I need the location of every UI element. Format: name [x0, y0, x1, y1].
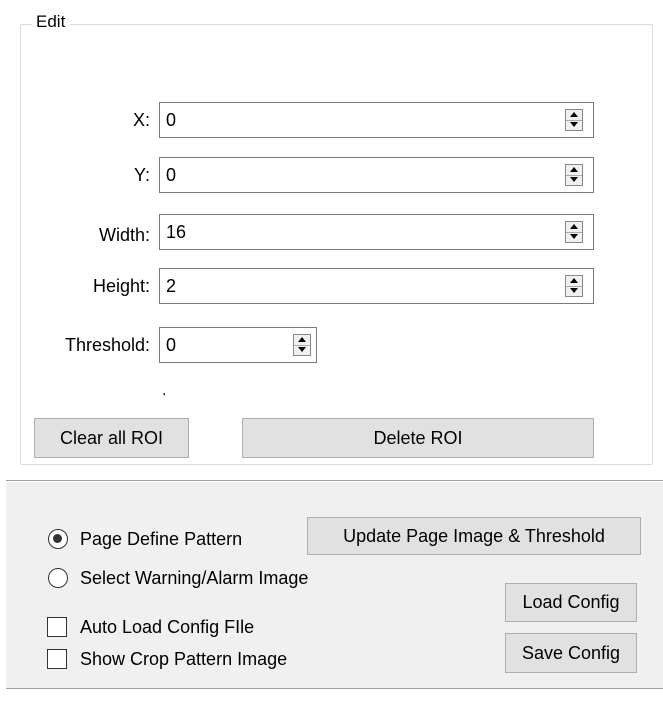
width-value[interactable]: 16 — [166, 222, 186, 243]
height-spinbox[interactable]: 2 — [159, 268, 594, 304]
arrow-down-icon — [570, 122, 578, 127]
load-config-button[interactable]: Load Config — [505, 583, 637, 622]
select-warning-alarm-radio[interactable] — [48, 568, 68, 588]
y-spin-buttons[interactable] — [565, 164, 583, 186]
arrow-down-icon — [298, 347, 306, 352]
x-spinbox[interactable]: 0 — [159, 102, 594, 138]
y-value[interactable]: 0 — [166, 165, 176, 186]
x-label: X: — [132, 110, 150, 130]
x-spin-buttons[interactable] — [565, 109, 583, 131]
height-spin-down-button[interactable] — [566, 286, 582, 296]
threshold-value[interactable]: 0 — [166, 335, 176, 356]
arrow-up-icon — [298, 337, 306, 342]
y-spin-down-button[interactable] — [566, 175, 582, 185]
x-value[interactable]: 0 — [166, 110, 176, 131]
y-label: Y: — [133, 165, 150, 185]
auto-load-config-label[interactable]: Auto Load Config FIle — [80, 617, 254, 638]
arrow-down-icon — [570, 288, 578, 293]
arrow-up-icon — [570, 224, 578, 229]
threshold-spinbox[interactable]: 0 — [159, 327, 317, 363]
show-crop-pattern-checkbox[interactable] — [47, 649, 67, 669]
select-warning-alarm-label[interactable]: Select Warning/Alarm Image — [80, 568, 308, 589]
arrow-down-icon — [570, 234, 578, 239]
delete-roi-button[interactable]: Delete ROI — [242, 418, 594, 458]
threshold-label: Threshold: — [64, 335, 150, 355]
width-spin-down-button[interactable] — [566, 232, 582, 242]
bottom-divider — [6, 688, 663, 690]
page-define-pattern-label[interactable]: Page Define Pattern — [80, 529, 242, 550]
threshold-spin-down-button[interactable] — [294, 345, 310, 355]
width-spin-buttons[interactable] — [565, 221, 583, 243]
x-spin-down-button[interactable] — [566, 120, 582, 130]
show-crop-pattern-label[interactable]: Show Crop Pattern Image — [80, 649, 287, 670]
arrow-up-icon — [570, 112, 578, 117]
arrow-down-icon — [570, 177, 578, 182]
auto-load-config-checkbox[interactable] — [47, 617, 67, 637]
width-label: Width: — [98, 225, 150, 245]
height-label: Height: — [92, 276, 150, 296]
height-value[interactable]: 2 — [166, 276, 176, 297]
status-dot-text: . — [162, 382, 167, 399]
y-spinbox[interactable]: 0 — [159, 157, 594, 193]
save-config-button[interactable]: Save Config — [505, 633, 637, 673]
arrow-up-icon — [570, 278, 578, 283]
height-spin-buttons[interactable] — [565, 275, 583, 297]
width-spinbox[interactable]: 16 — [159, 214, 594, 250]
arrow-up-icon — [570, 167, 578, 172]
edit-group-title: Edit — [32, 12, 70, 32]
clear-all-roi-button[interactable]: Clear all ROI — [34, 418, 189, 458]
radio-selected-dot — [53, 534, 62, 543]
page-define-pattern-radio[interactable] — [48, 529, 68, 549]
update-page-image-threshold-button[interactable]: Update Page Image & Threshold — [307, 517, 641, 555]
threshold-spin-buttons[interactable] — [293, 334, 311, 356]
